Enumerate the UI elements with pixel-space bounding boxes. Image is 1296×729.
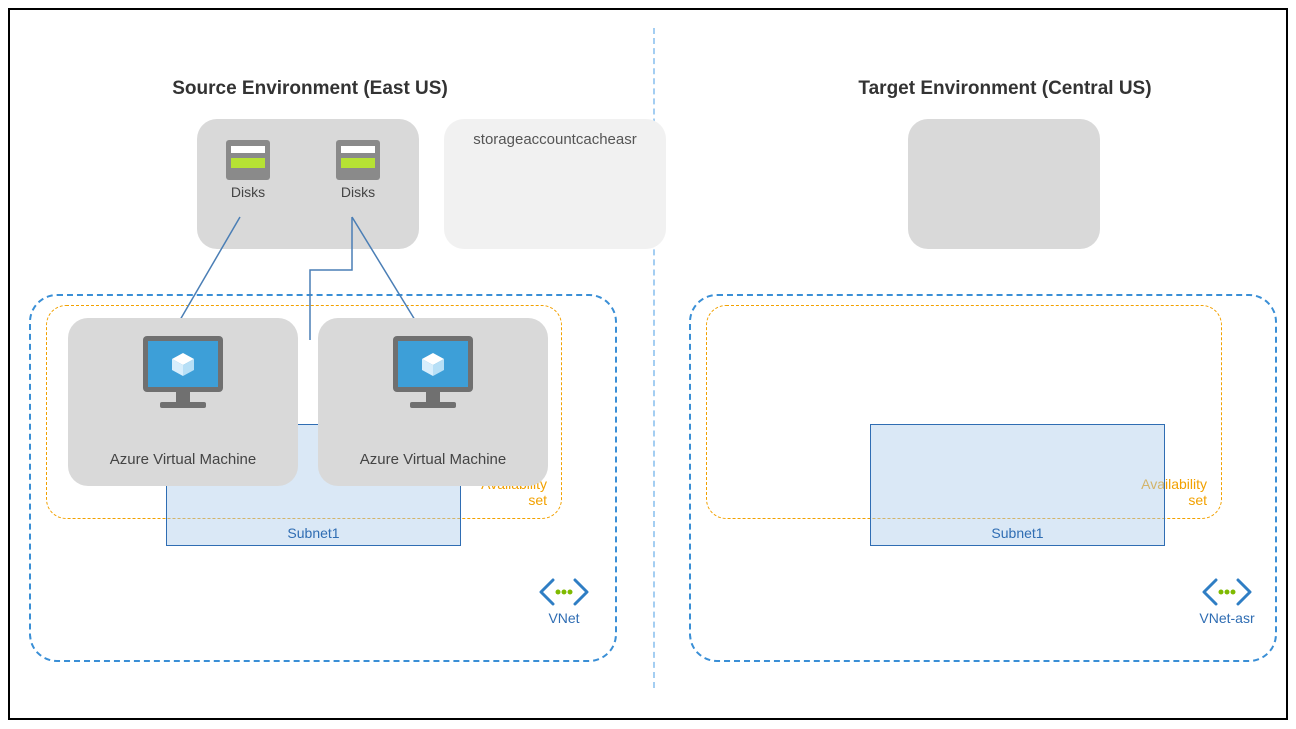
source-title: Source Environment (East US) [120,78,500,100]
target-subnet-label: Subnet1 [871,525,1164,541]
vm-icon [143,336,223,414]
cube-icon [420,351,446,377]
vm-icon [393,336,473,414]
vnet-icon-target: VNet-asr [1192,578,1262,626]
target-placeholder-box [908,119,1100,249]
vnet-label: VNet-asr [1192,610,1262,626]
source-subnet-label: Subnet1 [167,525,460,541]
cube-icon [170,351,196,377]
source-vm-2: Azure Virtual Machine [318,318,548,486]
vm-label: Azure Virtual Machine [318,451,548,468]
target-title: Target Environment (Central US) [815,78,1195,100]
disk-label: Disks [218,184,278,200]
storage-cache-box: storageaccountcacheasr [444,119,666,249]
disk-icon-1: Disks [218,140,278,200]
target-subnet: Subnet1 [870,424,1165,546]
vnet-glyph-icon [1202,578,1252,606]
vm-label: Azure Virtual Machine [68,451,298,468]
source-vm-1: Azure Virtual Machine [68,318,298,486]
vnet-label: VNet [534,610,594,626]
disk-label: Disks [328,184,388,200]
disk-icon-2: Disks [328,140,388,200]
disk-drive-icon [226,140,270,180]
disk-drive-icon [336,140,380,180]
vnet-icon-source: VNet [534,578,594,626]
vnet-glyph-icon [539,578,589,606]
